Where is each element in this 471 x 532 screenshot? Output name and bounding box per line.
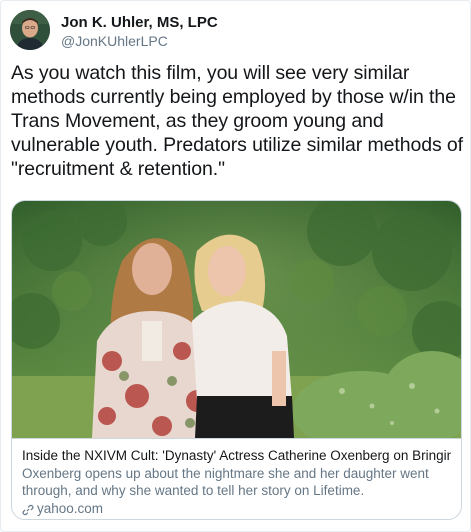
author-name[interactable]: Jon K. Uhler, MS, LPC	[61, 14, 218, 32]
link-card[interactable]: Inside the NXIVM Cult: 'Dynasty' Actress…	[11, 200, 462, 520]
avatar[interactable]	[10, 10, 50, 50]
card-body[interactable]: Inside the NXIVM Cult: 'Dynasty' Actress…	[12, 438, 461, 519]
card-image[interactable]	[12, 201, 461, 438]
card-title[interactable]: Inside the NXIVM Cult: 'Dynasty' Actress…	[22, 447, 451, 464]
avatar-image	[10, 10, 50, 50]
link-icon	[22, 503, 34, 515]
card-photo	[12, 201, 461, 438]
card-domain[interactable]: yahoo.com	[22, 500, 451, 517]
author-block[interactable]: Jon K. Uhler, MS, LPC @JonKUhlerLPC	[61, 14, 218, 50]
author-handle[interactable]: @JonKUhlerLPC	[61, 32, 218, 50]
tweet-container: Jon K. Uhler, MS, LPC @JonKUhlerLPC As y…	[0, 0, 471, 532]
card-domain-text[interactable]: yahoo.com	[37, 500, 103, 517]
card-description: Oxenberg opens up about the nightmare sh…	[22, 466, 429, 498]
tweet-text: As you watch this film, you will see ver…	[11, 62, 469, 180]
